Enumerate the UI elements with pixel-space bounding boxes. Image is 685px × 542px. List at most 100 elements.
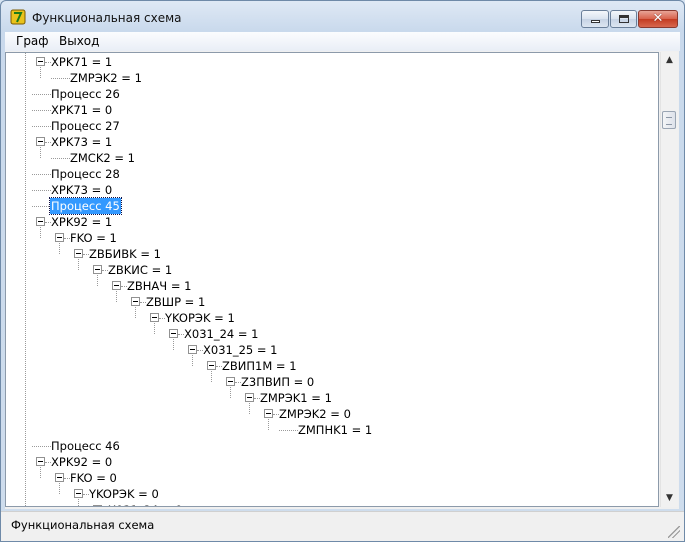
tree-node-label[interactable]: Процесс 27 (50, 118, 121, 134)
tree-node-label[interactable]: XPK73 = 0 (50, 182, 113, 198)
collapse-icon[interactable] (112, 281, 121, 290)
status-text: Функциональная схема (11, 518, 155, 532)
tree-node[interactable]: Процесс 45 (6, 197, 658, 215)
tree-node[interactable]: XPK92 = 0 (6, 454, 658, 470)
tree-node-label[interactable]: ZMPЭK1 = 1 (259, 390, 333, 406)
collapse-icon[interactable] (226, 377, 235, 386)
collapse-icon[interactable] (169, 329, 178, 338)
tree-node-label[interactable]: Процесс 26 (50, 86, 121, 102)
collapse-icon[interactable] (55, 233, 64, 242)
status-bar: Функциональная схема (1, 511, 684, 541)
tree-node[interactable]: X031_24 = 1 (6, 326, 658, 342)
tree-node[interactable]: XPK73 = 0 (6, 182, 658, 198)
tree-node[interactable]: ZBБИBK = 1 (6, 246, 658, 262)
scrollbar-thumb[interactable] (662, 111, 676, 130)
collapse-icon[interactable] (74, 489, 83, 498)
tree-node-label[interactable]: FKO = 1 (69, 230, 118, 246)
tree-node[interactable]: X031_25 = 1 (6, 342, 658, 358)
tree-node[interactable]: XPK71 = 1 (6, 54, 658, 70)
tree-node[interactable]: Процесс 46 (6, 438, 658, 454)
tree-node-label[interactable]: ZMPЭK2 = 1 (69, 70, 143, 86)
tree-view[interactable]: XPK71 = 1 ZMPЭK2 = 1 Процесс 26 XPK71 = 0 Пр… (5, 52, 659, 507)
tree-node-label[interactable]: Процесс 46 (50, 438, 121, 454)
tree-node-label[interactable]: FKO = 0 (69, 470, 118, 486)
tree-node[interactable]: YKOPЭK = 0 (6, 486, 658, 502)
tree-node-label[interactable]: ZBHAЧ = 1 (126, 278, 192, 294)
resize-grip-icon[interactable] (668, 526, 680, 538)
tree-node-label[interactable]: YKOPЭK = 0 (88, 486, 160, 502)
collapse-icon[interactable] (36, 57, 45, 66)
tree-node[interactable]: Процесс 26 (6, 86, 658, 102)
tree-node[interactable]: ZMPЭK1 = 1 (6, 390, 658, 406)
tree-node-label[interactable]: X031_24 = 1 (183, 326, 259, 342)
tree-node[interactable]: YKOPЭK = 1 (6, 310, 658, 326)
scroll-up-icon[interactable]: ▲ (661, 52, 678, 69)
tree-node-label[interactable]: Процесс 45 (49, 197, 122, 215)
collapse-icon[interactable] (93, 505, 102, 506)
collapse-icon[interactable] (74, 249, 83, 258)
tree-node-label[interactable]: ZMПHK1 = 1 (297, 422, 373, 438)
maximize-icon (619, 15, 629, 23)
tree-node[interactable]: FKO = 0 (6, 470, 658, 486)
menu-exit[interactable]: Выход (59, 34, 99, 48)
title-bar[interactable]: Функциональная схема ✕ (1, 1, 684, 31)
tree-node[interactable]: XPK92 = 1 (6, 214, 658, 230)
collapse-icon[interactable] (264, 409, 273, 418)
tree-node-label[interactable]: ZBБИBK = 1 (88, 246, 162, 262)
tree-node-label[interactable]: ZBШP = 1 (145, 294, 206, 310)
collapse-icon[interactable] (36, 217, 45, 226)
collapse-icon[interactable] (93, 265, 102, 274)
tree-node-label[interactable]: X031_25 = 1 (202, 342, 278, 358)
tree-connector (32, 110, 51, 111)
tree-node[interactable]: ZBKИC = 1 (6, 262, 658, 278)
window-title: Функциональная схема (32, 11, 182, 25)
tree-node[interactable]: Процесс 27 (6, 118, 658, 134)
tree-node[interactable]: XPK73 = 1 (6, 134, 658, 150)
tree-node[interactable]: ZBИП1M = 1 (6, 358, 658, 374)
vertical-scrollbar[interactable]: ▲ ▼ (660, 52, 678, 507)
tree-node-label[interactable]: X031_24 = 0 (107, 502, 183, 506)
tree-node-label[interactable]: YKOPЭK = 1 (164, 310, 236, 326)
tree-node-label[interactable]: XPK92 = 1 (50, 214, 113, 230)
tree-node-label[interactable]: ZBИП1M = 1 (221, 358, 298, 374)
maximize-button[interactable] (610, 10, 637, 28)
menu-graph[interactable]: Граф (16, 34, 49, 48)
tree-connector (279, 430, 298, 431)
tree-node-label[interactable]: XPK71 = 1 (50, 54, 113, 70)
minimize-button[interactable] (581, 10, 609, 28)
collapse-icon[interactable] (245, 393, 254, 402)
collapse-icon[interactable] (36, 137, 45, 146)
tree-node-label[interactable]: XPK73 = 1 (50, 134, 113, 150)
tree-node-label[interactable]: Z3ПBИП = 0 (240, 374, 315, 390)
collapse-icon[interactable] (150, 313, 159, 322)
close-icon: ✕ (652, 11, 664, 26)
tree-node-label[interactable]: ZBKИC = 1 (107, 262, 173, 278)
app-logo-icon (10, 9, 26, 25)
collapse-icon[interactable] (36, 457, 45, 466)
tree-node[interactable]: ZMPЭK2 = 0 (6, 406, 658, 422)
tree-node-label[interactable]: XPK71 = 0 (50, 102, 113, 118)
tree-connector (51, 158, 70, 159)
tree-node[interactable]: X031_24 = 0 (6, 502, 658, 506)
tree-node-label[interactable]: ZMCK2 = 1 (69, 150, 136, 166)
tree-connector (32, 126, 51, 127)
tree-node-label[interactable]: ZMPЭK2 = 0 (278, 406, 352, 422)
tree-node-label[interactable]: XPK92 = 0 (50, 454, 113, 470)
tree-node[interactable]: ZMCK2 = 1 (6, 150, 658, 166)
app-window: Функциональная схема ✕ Граф Выход XPK71 … (0, 0, 685, 542)
tree-node-label[interactable]: Процесс 28 (50, 166, 121, 182)
tree-node[interactable]: Процесс 28 (6, 166, 658, 182)
tree-node[interactable]: ZMPЭK2 = 1 (6, 70, 658, 86)
close-button[interactable]: ✕ (638, 10, 678, 28)
collapse-icon[interactable] (131, 297, 140, 306)
scroll-down-icon[interactable]: ▼ (661, 490, 678, 507)
tree-node[interactable]: XPK71 = 0 (6, 102, 658, 118)
tree-node[interactable]: ZBHAЧ = 1 (6, 278, 658, 294)
collapse-icon[interactable] (188, 345, 197, 354)
collapse-icon[interactable] (55, 473, 64, 482)
tree-node[interactable]: Z3ПBИП = 0 (6, 374, 658, 390)
collapse-icon[interactable] (207, 361, 216, 370)
tree-node[interactable]: FKO = 1 (6, 230, 658, 246)
tree-node[interactable]: ZBШP = 1 (6, 294, 658, 310)
tree-node[interactable]: ZMПHK1 = 1 (6, 422, 658, 438)
